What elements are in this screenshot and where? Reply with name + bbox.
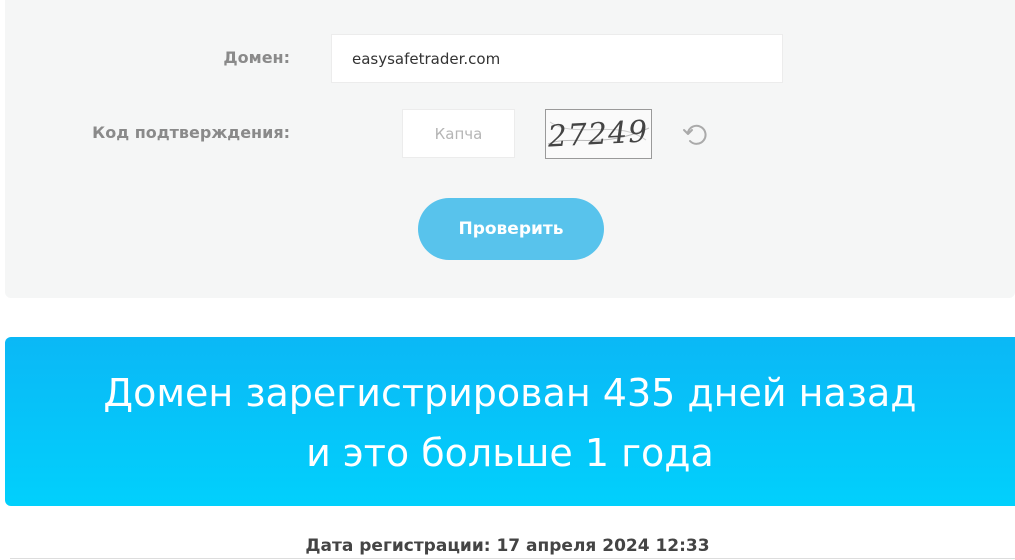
- captcha-text: 27249: [546, 114, 649, 154]
- result-banner: Домен зарегистрирован 435 дней назад и э…: [5, 337, 1015, 506]
- refresh-icon[interactable]: [682, 120, 710, 148]
- divider: [10, 558, 1015, 559]
- result-line-age: Домен зарегистрирован 435 дней назад: [103, 371, 917, 415]
- result-line-summary: и это больше 1 года: [306, 431, 714, 475]
- captcha-input[interactable]: [402, 109, 515, 158]
- check-button[interactable]: Проверить: [418, 198, 604, 260]
- registration-date: Дата регистрации: 17 апреля 2024 12:33: [305, 536, 710, 556]
- domain-label: Домен:: [223, 48, 290, 67]
- captcha-label: Код подтверждения:: [92, 123, 290, 142]
- domain-input[interactable]: [331, 34, 783, 83]
- captcha-image: 27249: [545, 109, 652, 159]
